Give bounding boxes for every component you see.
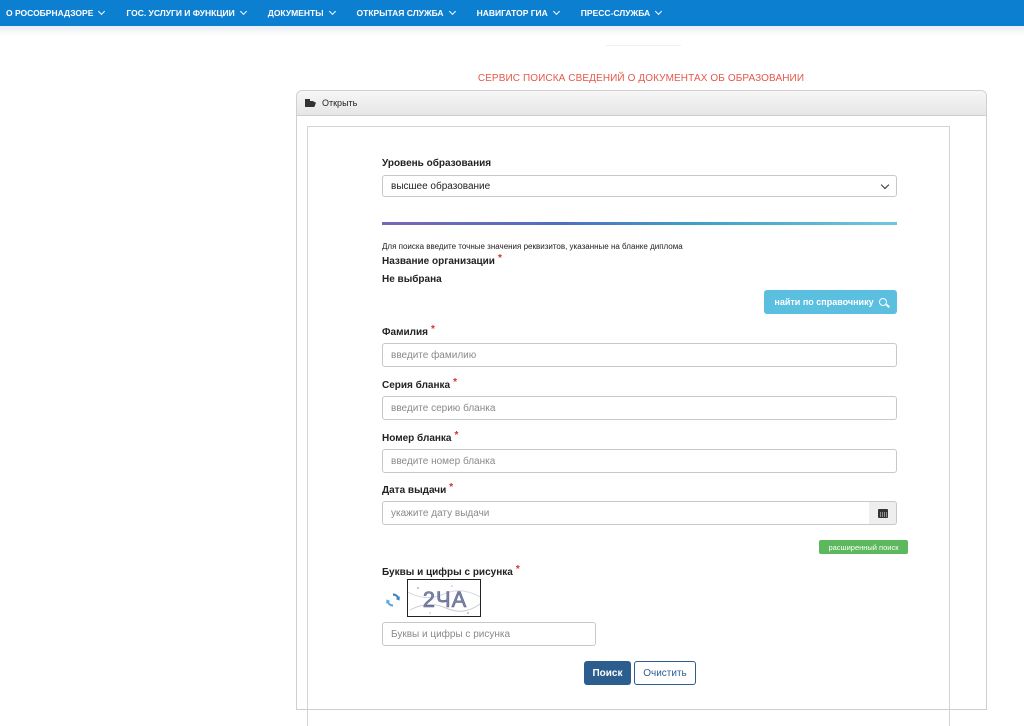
advanced-search-button[interactable]: расширенный поиск xyxy=(819,540,908,554)
number-label: Номер бланка * xyxy=(382,430,459,444)
gradient-divider xyxy=(382,222,897,225)
nav-item-services[interactable]: Гос. услуги и функции xyxy=(126,7,247,18)
panel-header-label: Открыть xyxy=(322,98,358,108)
search-hint: Для поиска введите точные значения рекви… xyxy=(382,242,683,251)
org-label: Название организации * xyxy=(382,253,502,267)
chevron-down-icon xyxy=(448,7,456,15)
divider xyxy=(606,45,681,46)
nav-item-about[interactable]: О Рособрнадзоре xyxy=(6,7,106,18)
series-label-text: Серия бланка xyxy=(382,380,451,391)
chevron-down-icon xyxy=(552,7,560,15)
issue-date-input[interactable] xyxy=(382,501,870,525)
required-mark: * xyxy=(454,430,459,441)
lookup-button-label: найти по справочнику xyxy=(774,297,874,307)
chevron-down-icon xyxy=(880,180,890,190)
number-label-text: Номер бланка xyxy=(382,433,452,444)
nav-item-documents[interactable]: Документы xyxy=(267,7,336,18)
surname-input[interactable] xyxy=(382,343,897,367)
date-label-text: Дата выдачи xyxy=(382,485,447,496)
captcha-input[interactable] xyxy=(382,622,596,646)
education-level-value: высшее образование xyxy=(391,180,491,192)
surname-label-text: Фамилия xyxy=(382,327,428,338)
search-button[interactable]: Поиск xyxy=(584,661,631,685)
level-label-text: Уровень образования xyxy=(382,158,492,169)
captcha-text: 2ЧА xyxy=(423,587,468,612)
required-mark: * xyxy=(430,324,435,335)
nav-item-gia-navigator[interactable]: Навигатор ГИА xyxy=(476,7,560,18)
panel-toggle[interactable]: Открыть xyxy=(297,91,986,116)
calendar-button[interactable] xyxy=(869,501,897,525)
date-label: Дата выдачи * xyxy=(382,482,454,496)
calendar-icon xyxy=(877,508,888,518)
captcha-label-text: Буквы и цифры с рисунка xyxy=(382,567,513,578)
series-input[interactable] xyxy=(382,396,897,420)
org-label-text: Название организации xyxy=(382,256,495,267)
nav-item-label: Документы xyxy=(267,8,324,18)
form-frame: Уровень образования высшее образование Д… xyxy=(307,126,950,726)
nav-item-label: Открытая служба xyxy=(356,8,444,18)
chevron-down-icon xyxy=(239,7,247,15)
nav-item-label: Навигатор ГИА xyxy=(476,8,548,18)
chevron-down-icon xyxy=(328,7,336,15)
nav-item-label: Пресс-служба xyxy=(580,8,651,18)
nav-item-open-service[interactable]: Открытая служба xyxy=(356,7,456,18)
org-value: Не выбрана xyxy=(382,274,442,285)
refresh-captcha-icon[interactable] xyxy=(385,592,401,608)
required-mark: * xyxy=(515,564,520,575)
service-title: СЕРВИС ПОИСКА СВЕДЕНИЙ О ДОКУМЕНТАХ ОБ О… xyxy=(477,73,805,84)
number-input[interactable] xyxy=(382,449,897,473)
captcha-label: Буквы и цифры с рисунка * xyxy=(382,564,520,578)
required-mark: * xyxy=(449,482,454,493)
chevron-down-icon xyxy=(98,7,106,15)
nav-item-label: Гос. услуги и функции xyxy=(126,8,235,18)
required-mark: * xyxy=(497,253,502,264)
nav-item-press[interactable]: Пресс-служба xyxy=(580,7,663,18)
nav-item-label: О Рособрнадзоре xyxy=(6,8,94,18)
search-icon xyxy=(878,298,887,306)
lookup-directory-button[interactable]: найти по справочнику xyxy=(764,290,897,314)
top-navigation: О Рособрнадзоре Гос. услуги и функции До… xyxy=(0,0,1024,26)
level-label: Уровень образования xyxy=(382,158,491,169)
captcha-image: 2ЧА xyxy=(407,579,481,617)
series-label: Серия бланка * xyxy=(382,377,458,391)
required-mark: * xyxy=(453,377,458,388)
search-panel: Открыть Уровень образования высшее образ… xyxy=(296,90,987,726)
nav-shadow xyxy=(0,26,1024,36)
chevron-down-icon xyxy=(655,7,663,15)
surname-label: Фамилия * xyxy=(382,324,435,338)
clear-button[interactable]: Очистить xyxy=(634,661,696,685)
folder-open-icon xyxy=(305,99,316,107)
education-level-select[interactable]: высшее образование xyxy=(382,175,897,197)
